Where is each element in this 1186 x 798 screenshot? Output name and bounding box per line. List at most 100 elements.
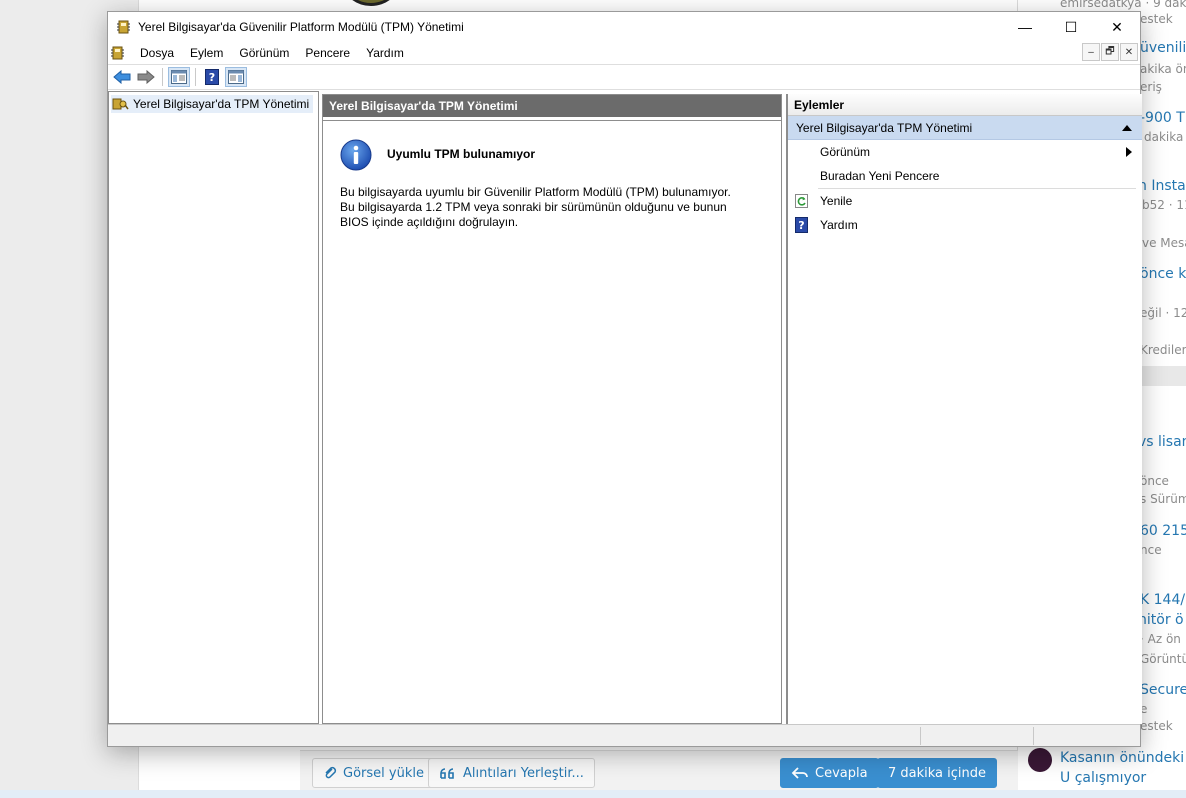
svg-text:?: ? [798, 219, 804, 232]
refresh-icon [795, 194, 808, 208]
paperclip-icon [325, 766, 337, 779]
svg-text:?: ? [209, 71, 215, 84]
close-button[interactable]: ✕ [1094, 12, 1140, 42]
toolbar-separator [195, 68, 196, 86]
child-minimize-button[interactable]: – [1082, 43, 1100, 61]
action-refresh[interactable]: Yenile [788, 189, 1142, 213]
reply-icon [791, 767, 808, 779]
upload-image-button[interactable]: Görsel yükle [312, 758, 435, 788]
action-label: Yenile [820, 194, 853, 208]
status-bar [108, 724, 1140, 746]
child-restore-button[interactable]: 🗗 [1101, 43, 1119, 61]
toolbar: ? [108, 64, 1140, 90]
actions-section-label: Yerel Bilgisayar'da TPM Yönetimi [796, 121, 973, 135]
sidebar-thread-meta: s Sürüm [1140, 492, 1186, 506]
window-title: Yerel Bilgisayar'da Güvenilir Platform M… [138, 20, 464, 34]
child-window-controls: – 🗗 ✕ [1082, 43, 1138, 61]
sidebar-thread-link[interactable]: önce kr [1140, 266, 1186, 282]
action-label: Buradan Yeni Pencere [820, 169, 940, 183]
collapse-arrow-icon[interactable] [1122, 125, 1132, 131]
menu-bar: Dosya Eylem Görünüm Pencere Yardım – 🗗 ✕ [108, 42, 1140, 64]
tpm-management-window: Yerel Bilgisayar'da Güvenilir Platform M… [107, 11, 1142, 747]
info-line: Bu bilgisayarda uyumlu bir Güvenilir Pla… [340, 185, 731, 199]
timer-label: 7 dakika içinde [888, 765, 987, 781]
forward-arrow-icon [137, 70, 155, 84]
page-bottom-strip [0, 790, 1186, 798]
sidebar-thread-meta: akika ön [1140, 62, 1186, 76]
action-gorunum[interactable]: Görünüm [788, 140, 1142, 164]
actions-pane: Eylemler Yerel Bilgisayar'da TPM Yönetim… [786, 94, 1142, 724]
title-bar[interactable]: Yerel Bilgisayar'da Güvenilir Platform M… [108, 12, 1140, 42]
user-avatar [339, 0, 403, 6]
actions-section-header[interactable]: Yerel Bilgisayar'da TPM Yönetimi [788, 116, 1142, 140]
actions-header: Eylemler [788, 94, 1142, 116]
action-new-window[interactable]: Buradan Yeni Pencere [788, 164, 1142, 188]
back-button[interactable] [111, 67, 133, 87]
timer-button[interactable]: 7 dakika içinde [877, 758, 998, 788]
sidebar-thread-link[interactable]: Secure [1140, 682, 1186, 698]
console-icon [111, 46, 124, 60]
sidebar-thread-meta: dakika [1144, 130, 1184, 144]
reply-label: Cevapla [815, 765, 868, 781]
sidebar-thread-meta: Görüntü [1140, 652, 1186, 666]
show-hide-tree-button[interactable] [168, 67, 190, 87]
status-segment [1033, 727, 1034, 745]
thread-avatar [1028, 748, 1052, 772]
sidebar-thread-link[interactable]: K 144/ [1140, 592, 1185, 608]
help-button[interactable]: ? [201, 67, 223, 87]
reply-button[interactable]: Cevapla [780, 758, 879, 788]
sidebar-thread-link[interactable]: n Instag [1138, 178, 1186, 194]
menu-dosya[interactable]: Dosya [132, 42, 182, 64]
console-tree-icon [171, 70, 187, 84]
thread-title-link[interactable]: Kasanın önündeki U çalışmıyor [1060, 748, 1186, 788]
menu-eylem[interactable]: Eylem [182, 42, 231, 64]
results-header: Yerel Bilgisayar'da TPM Yönetimi [323, 95, 781, 117]
action-help[interactable]: ? Yardım [788, 213, 1142, 237]
sidebar-thread-meta: eriş [1140, 80, 1162, 94]
submenu-arrow-icon [1126, 147, 1132, 157]
sidebar-thread-link[interactable]: -900 TL [1140, 110, 1186, 126]
info-message: Bu bilgisayarda uyumlu bir Güvenilir Pla… [340, 185, 760, 230]
upload-image-label: Görsel yükle [343, 765, 424, 781]
results-pane: Yerel Bilgisayar'da TPM Yönetimi Uyumlu … [322, 94, 782, 724]
help-book-icon: ? [795, 217, 808, 233]
minimize-button[interactable]: — [1002, 12, 1048, 42]
child-close-button[interactable]: ✕ [1120, 43, 1138, 61]
action-label: Yardım [820, 218, 858, 232]
sidebar-thread-meta: · Az ön [1140, 632, 1181, 646]
sidebar-thread-link[interactable]: vs lisans [1138, 434, 1186, 450]
maximize-button[interactable]: ☐ [1048, 12, 1094, 42]
sidebar-separator [1140, 366, 1186, 386]
show-hide-action-pane-button[interactable] [225, 67, 247, 87]
sidebar-thread-link[interactable]: üvenilir [1140, 40, 1186, 56]
sidebar-thread-meta: eğil · 12 [1140, 306, 1186, 320]
insert-quotes-button[interactable]: Alıntıları Yerleştir... [428, 758, 595, 788]
insert-quotes-label: Alıntıları Yerleştir... [463, 765, 584, 781]
menu-pencere[interactable]: Pencere [297, 42, 358, 64]
back-arrow-icon [113, 70, 131, 84]
info-line: Bu bilgisayarda 1.2 TPM veya sonraki bir… [340, 200, 727, 214]
menu-gorunum[interactable]: Görünüm [231, 42, 297, 64]
info-line: BIOS içinde açıldığını doğrulayın. [340, 215, 519, 229]
quote-icon [440, 768, 454, 779]
action-label: Görünüm [820, 145, 871, 159]
tpm-chip-icon [117, 20, 130, 34]
info-icon [340, 139, 372, 171]
tree-item-label: Yerel Bilgisayar'da TPM Yönetimi [133, 97, 310, 111]
sidebar-thread-link[interactable]: nitör ö [1138, 612, 1184, 628]
menu-yardim[interactable]: Yardım [358, 42, 412, 64]
tree-item-tpm-management[interactable]: Yerel Bilgisayar'da TPM Yönetimi [111, 95, 314, 113]
sidebar-thread-meta: ve Mesa [1142, 236, 1186, 250]
toolbar-separator [162, 68, 163, 86]
console-tree: Yerel Bilgisayar'da TPM Yönetimi [108, 91, 319, 724]
info-title: Uyumlu TPM bulunamıyor [387, 147, 536, 161]
action-pane-icon [228, 70, 244, 84]
forward-button[interactable] [135, 67, 157, 87]
help-book-icon: ? [205, 69, 219, 85]
console-panes: Yerel Bilgisayar'da TPM Yönetimi Yerel B… [108, 91, 1142, 724]
sidebar-thread-link[interactable]: 60 215 [1140, 523, 1186, 539]
status-segment [920, 727, 921, 745]
sidebar-thread-meta: b52 · 11 [1142, 198, 1186, 212]
sidebar-thread-meta: emirsedatkya · 9 dakik [1060, 0, 1186, 10]
sidebar-thread-meta: önce [1140, 474, 1169, 488]
